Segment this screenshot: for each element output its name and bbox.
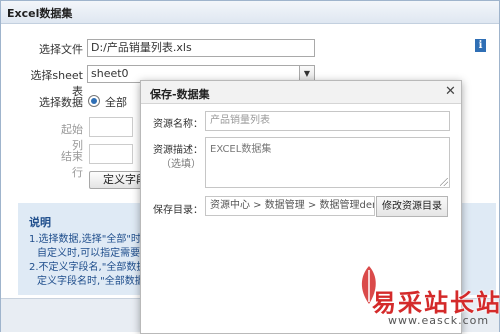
radio-all-label: 全部 bbox=[105, 96, 127, 109]
change-dir-button[interactable]: 修改资源目录 bbox=[376, 196, 448, 217]
close-icon[interactable]: ✕ bbox=[445, 85, 456, 98]
note-line-1: 1.选择数据,选择"全部"时,对 bbox=[29, 234, 155, 245]
end-row-label: 结束行 bbox=[61, 150, 83, 179]
window-title: Excel数据集 bbox=[7, 7, 73, 20]
save-dir-input[interactable]: 资源中心 > 数据管理 > 数据管理demo bbox=[205, 196, 375, 216]
resource-desc-label: 资源描述： bbox=[153, 145, 203, 156]
start-col-input[interactable] bbox=[89, 117, 133, 137]
window-titlebar: Excel数据集 bbox=[1, 1, 499, 24]
resize-grip-icon[interactable] bbox=[440, 178, 448, 186]
end-row-input[interactable] bbox=[89, 144, 133, 164]
resource-desc-textarea[interactable]: EXCEL数据集 bbox=[205, 137, 450, 188]
file-path-input[interactable]: D:/产品销量列表.xls bbox=[87, 39, 315, 57]
modal-titlebar: 保存-数据集 ✕ bbox=[141, 81, 461, 104]
resource-name-input[interactable]: 产品销量列表 bbox=[205, 111, 450, 131]
file-label: 选择文件 bbox=[39, 43, 83, 56]
watermark-text: 易采站长站 bbox=[372, 288, 500, 317]
info-icon[interactable]: i bbox=[475, 39, 486, 52]
notes-title: 说明 bbox=[29, 216, 51, 229]
watermark-url: www.easck.com bbox=[388, 314, 490, 327]
data-label: 选择数据 bbox=[39, 96, 83, 109]
save-dir-label: 保存目录： bbox=[153, 205, 203, 216]
radio-all[interactable] bbox=[88, 95, 100, 107]
resource-desc-optional: （选填） bbox=[161, 159, 201, 170]
resource-desc-value: EXCEL数据集 bbox=[210, 144, 272, 155]
modal-title: 保存-数据集 bbox=[150, 88, 210, 101]
resource-name-label: 资源名称： bbox=[153, 119, 203, 130]
